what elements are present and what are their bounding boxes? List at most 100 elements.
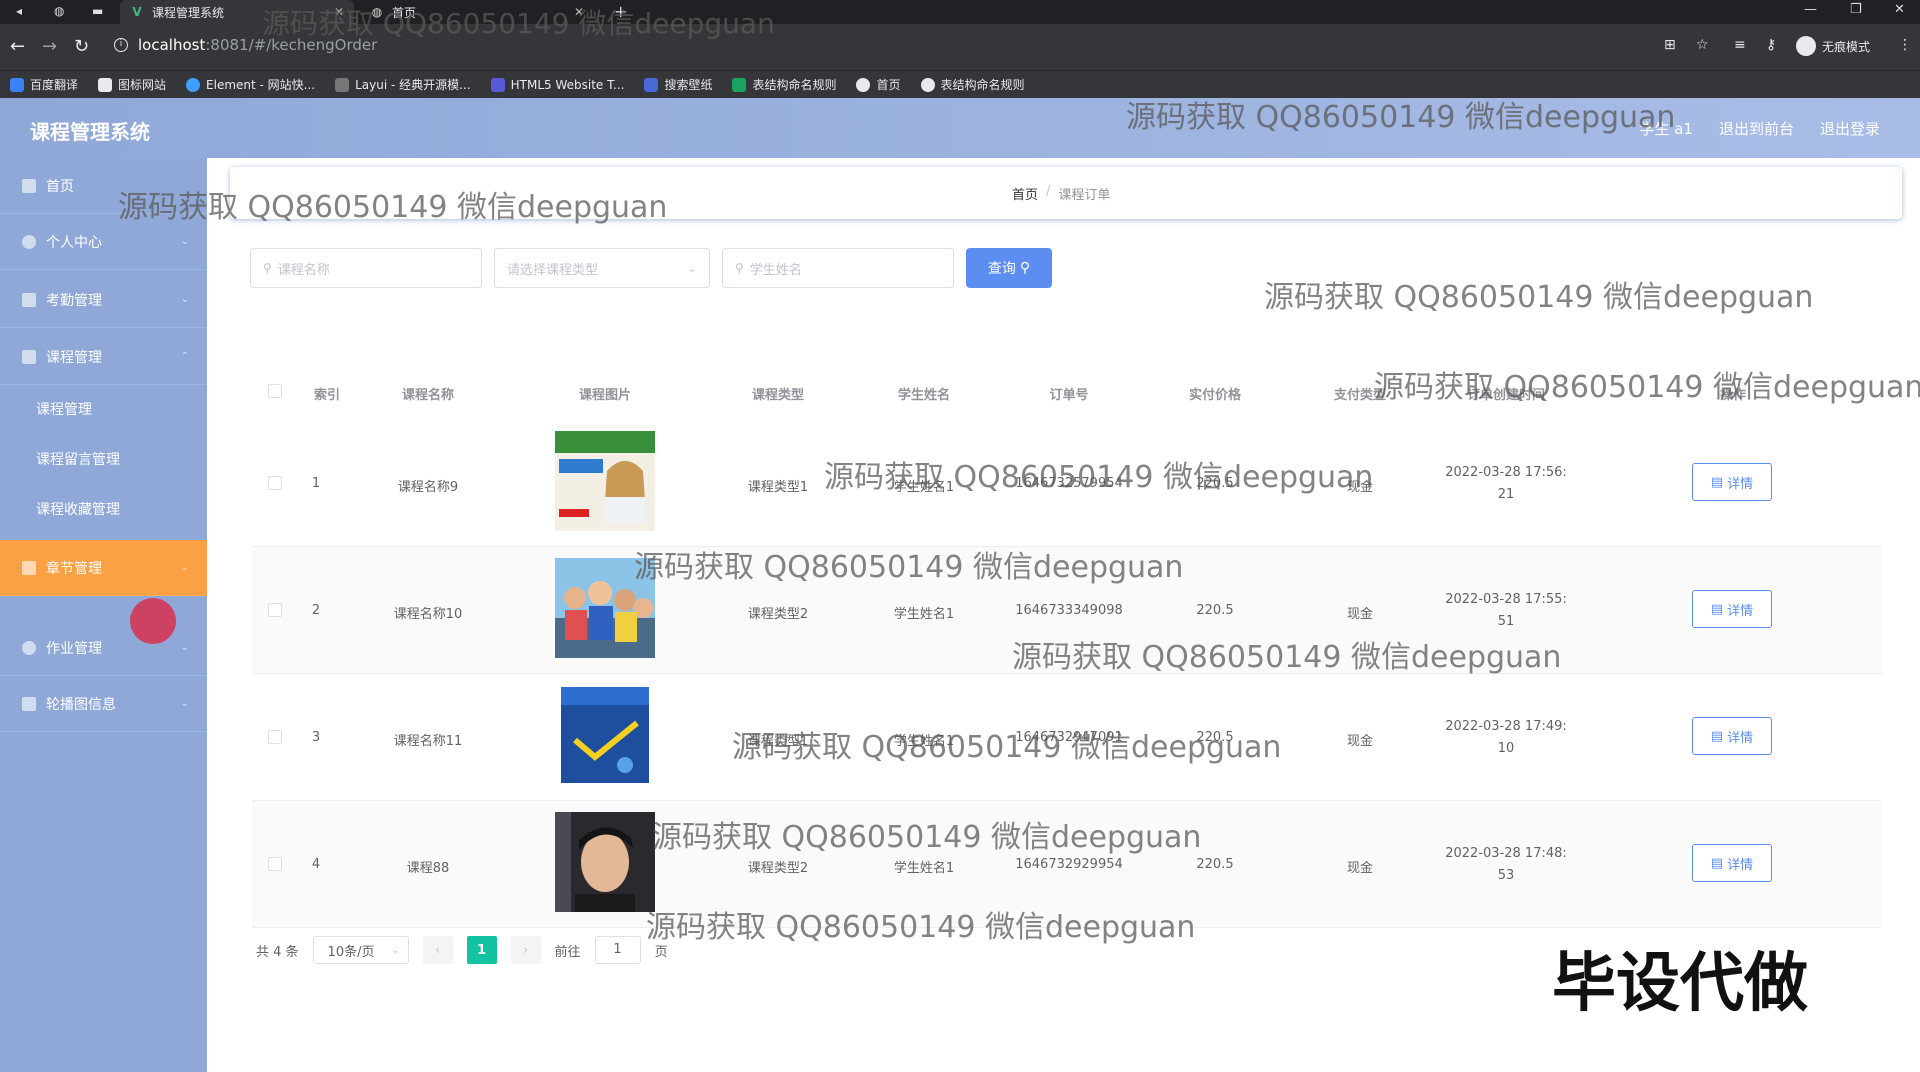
sidebar-item-attendance[interactable]: 考勤管理 ⌄: [0, 272, 207, 328]
goto-page-input[interactable]: 1: [594, 936, 641, 964]
watermark: 源码获取 QQ86050149 微信deepguan: [1012, 640, 1562, 675]
bookmark-item[interactable]: 表结构命名规则: [732, 76, 836, 93]
sidebar-subitem-course[interactable]: 课程管理: [0, 384, 207, 434]
sidebar-item-chapter[interactable]: 章节管理 ⌄: [0, 540, 207, 596]
watermark: 源码获取 QQ86050149 微信deepguan: [732, 730, 1282, 765]
row-index: 2: [311, 603, 321, 618]
element-favicon-icon: [186, 77, 201, 92]
row-checkbox[interactable]: [268, 476, 282, 490]
incognito-indicator[interactable]: 无痕模式: [1796, 36, 1870, 56]
chevron-down-icon: ⌄: [391, 944, 400, 956]
watermark: 源码获取 QQ86050149 微信deepguan: [646, 910, 1196, 945]
row-checkbox[interactable]: [268, 603, 282, 617]
star-icon[interactable]: ☆: [1696, 37, 1709, 53]
search-icon: ⚲: [263, 261, 272, 275]
time-part: 53: [1497, 868, 1515, 883]
select-all-checkbox[interactable]: [268, 384, 282, 398]
watermark: 源码获取 QQ86050149 微信deepguan: [118, 190, 668, 225]
bookmark-item[interactable]: 百度翻译: [10, 76, 78, 93]
order-created-time: 2022-03-28 17:55: 51: [1445, 589, 1567, 633]
sidebar-item-label: 章节管理: [46, 560, 102, 577]
reload-icon[interactable]: ↻: [74, 36, 89, 57]
order-created-time: 2022-03-28 17:48: 53: [1445, 843, 1567, 887]
reading-list-icon[interactable]: ≡: [1734, 37, 1746, 53]
home-icon: [22, 178, 36, 193]
window-close-icon[interactable]: ✕: [1894, 2, 1905, 17]
sidebar-subitem-label: 课程管理: [36, 402, 92, 418]
course-type: 课程类型1: [747, 480, 809, 495]
detail-button[interactable]: ▤ 详情: [1692, 844, 1772, 882]
bookmark-item[interactable]: Element - 网站快...: [186, 76, 315, 93]
translate-icon[interactable]: ⊞: [1664, 37, 1676, 53]
back-to-front-link[interactable]: 退出到前台: [1719, 118, 1794, 139]
time-part: 2022-03-28 17:56:: [1445, 465, 1567, 480]
prev-page-button[interactable]: ‹: [422, 936, 453, 964]
column-header: 实付价格: [1188, 388, 1242, 403]
globe-icon: [856, 77, 871, 92]
back-icon[interactable]: ←: [10, 36, 25, 57]
breadcrumb-separator: /: [1046, 184, 1051, 199]
row-index: 4: [311, 857, 321, 872]
image-icon: [22, 696, 36, 711]
row-checkbox[interactable]: [268, 730, 282, 744]
bookmark-item[interactable]: 表结构命名规则: [920, 76, 1025, 93]
forward-icon[interactable]: →: [42, 36, 57, 57]
site-info-icon[interactable]: i: [114, 38, 128, 52]
logout-link[interactable]: 退出登录: [1820, 118, 1880, 139]
detail-button[interactable]: ▤ 详情: [1692, 463, 1772, 501]
sidebar-item-label: 作业管理: [46, 640, 102, 657]
key-icon[interactable]: ⚷: [1766, 37, 1776, 53]
watermark: 源码获取 QQ86050149 微信deepguan: [1126, 100, 1676, 135]
window-icon[interactable]: ▬: [92, 4, 103, 18]
chevron-down-icon: ⌄: [180, 642, 189, 653]
watermark: 源码获取 QQ86050149 微信deepguan: [652, 820, 1202, 855]
mouse-cursor-highlight: [130, 598, 176, 644]
bookmark-item[interactable]: HTML5 Website T...: [490, 77, 624, 92]
detail-label: 详情: [1727, 476, 1754, 492]
watermark: 源码获取 QQ86050149 微信deepguan: [634, 550, 1184, 585]
student-name: 学生姓名1: [893, 861, 955, 876]
back-history-icon[interactable]: ◂: [16, 4, 22, 18]
query-button[interactable]: 查询 ⚲: [966, 248, 1052, 288]
detail-button[interactable]: ▤ 详情: [1692, 717, 1772, 755]
order-number: 1646733349098: [1015, 603, 1123, 618]
sidebar-item-carousel[interactable]: 轮播图信息 ⌄: [0, 676, 207, 732]
detail-button[interactable]: ▤ 详情: [1692, 590, 1772, 628]
column-header: 索引: [313, 388, 341, 403]
flag-icon: [98, 77, 113, 92]
minimize-icon[interactable]: —: [1804, 2, 1817, 17]
bookmark-item[interactable]: 搜索壁纸: [644, 76, 712, 93]
column-header: 课程名称: [401, 388, 455, 403]
watermark: 源码获取 QQ86050149 微信deepguan: [262, 7, 775, 40]
course-type-select[interactable]: 请选择课程类型 ⌄: [494, 248, 710, 288]
course-name-input[interactable]: ⚲ 课程名称: [250, 248, 482, 288]
bookmark-item[interactable]: 图标网站: [98, 76, 166, 93]
document-icon: ▤: [1710, 474, 1724, 490]
detail-label: 详情: [1727, 603, 1754, 619]
page-size-select[interactable]: 10条/页 ⌄: [312, 936, 409, 964]
row-checkbox[interactable]: [268, 857, 282, 871]
bookmark-item[interactable]: 首页: [856, 76, 901, 93]
student-name-input[interactable]: ⚲ 学生姓名: [722, 248, 954, 288]
sidebar-item-homework[interactable]: 作业管理 ⌄: [0, 620, 207, 676]
vue-favicon-icon: V: [132, 5, 142, 19]
detail-label: 详情: [1727, 857, 1754, 873]
sidebar-item-course[interactable]: 课程管理 ⌃: [0, 329, 207, 385]
breadcrumb-home[interactable]: 首页: [1012, 184, 1038, 203]
bookmark-item[interactable]: Layui - 经典开源模...: [335, 76, 471, 93]
next-page-button[interactable]: ›: [510, 936, 541, 964]
sidebar-item-label: 考勤管理: [46, 292, 102, 309]
sidebar-subitem-comments[interactable]: 课程留言管理: [0, 434, 207, 484]
paid-price: 220.5: [1196, 603, 1234, 618]
time-part: 2022-03-28 17:49:: [1445, 719, 1567, 734]
document-icon: ▤: [1710, 728, 1724, 744]
restore-icon[interactable]: ❐: [1850, 2, 1862, 17]
goto-label: 前往: [554, 944, 581, 960]
breadcrumb: 首页 / 课程订单: [1012, 184, 1110, 203]
sidebar-subitem-favorites[interactable]: 课程收藏管理: [0, 484, 207, 534]
menu-icon[interactable]: ⋮: [1898, 37, 1912, 53]
breadcrumb-current: 课程订单: [1058, 188, 1111, 203]
page-number-current[interactable]: 1: [466, 936, 497, 964]
search-bar: ⚲ 课程名称 请选择课程类型 ⌄ ⚲ 学生姓名 查询 ⚲: [250, 248, 1052, 288]
course-type-placeholder: 请选择课程类型: [507, 262, 599, 278]
